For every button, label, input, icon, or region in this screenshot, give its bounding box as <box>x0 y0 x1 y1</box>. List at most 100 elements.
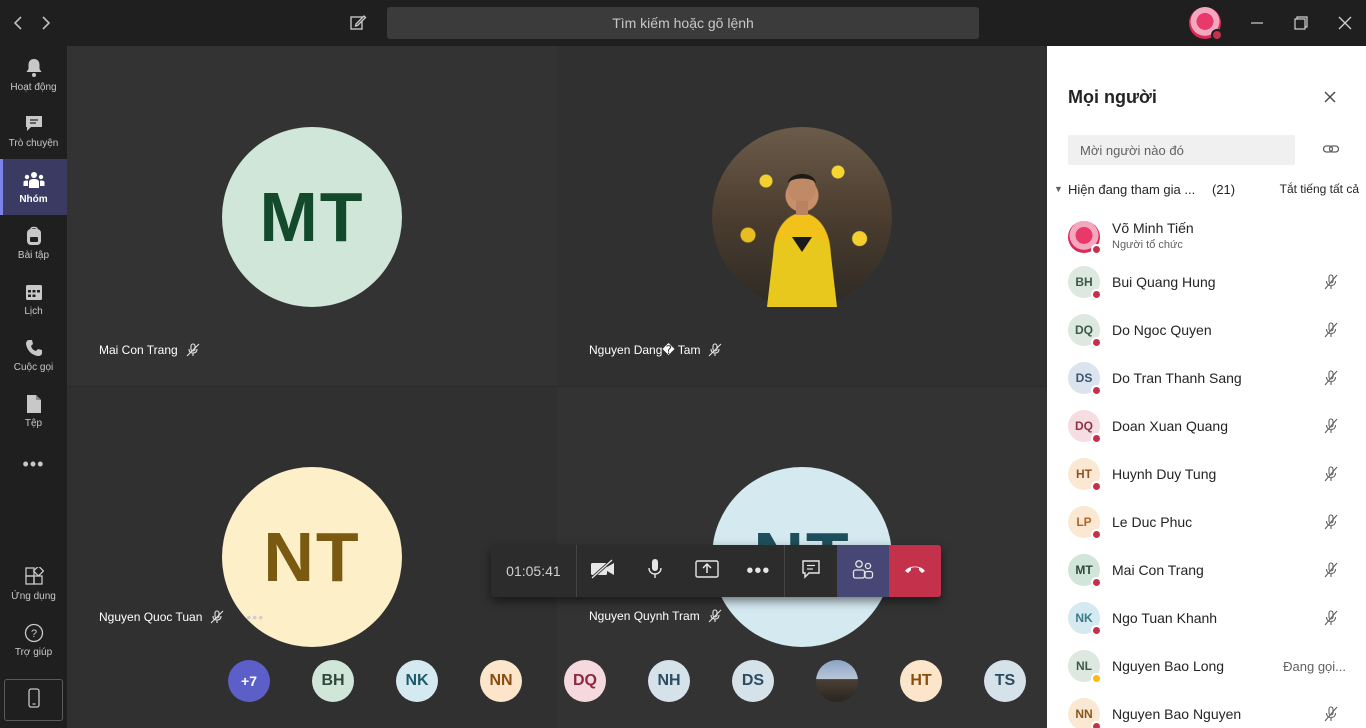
mobile-device-button[interactable] <box>4 679 63 721</box>
share-tray-icon <box>694 559 719 584</box>
chevron-left-icon[interactable] <box>8 13 28 33</box>
rail-item-activity[interactable]: Hoạt động <box>0 47 67 103</box>
participant-row[interactable]: NL Nguyen Bao Long Đang gọi... <box>1047 641 1366 689</box>
strip-avatar[interactable]: DQ <box>564 660 606 702</box>
close-icon[interactable] <box>1322 89 1338 105</box>
participant-row[interactable]: NK Ngo Tuan Khanh <box>1047 593 1366 641</box>
chevron-right-icon[interactable] <box>36 13 56 33</box>
mic-off-icon <box>1323 322 1339 338</box>
participant-name: Mai Con Trang <box>1112 562 1204 578</box>
mic-off-icon <box>1323 274 1339 290</box>
participant-row[interactable]: MT Mai Con Trang <box>1047 545 1366 593</box>
hang-up-button[interactable] <box>889 545 942 597</box>
participant-avatar: DQ <box>1068 410 1102 444</box>
chat-icon <box>801 559 821 584</box>
rail-item-help[interactable]: ? Trợ giúp <box>0 612 67 668</box>
participant-name: Nguyen Bao Long <box>1112 658 1225 674</box>
participant-name: Mai Con Trang <box>99 343 178 357</box>
participant-count: (21) <box>1212 182 1236 197</box>
profile-avatar[interactable] <box>1189 7 1223 41</box>
participant-row[interactable]: LP Le Duc Phuc <box>1047 497 1366 545</box>
invite-input[interactable] <box>1068 135 1295 165</box>
participant-avatar: NK <box>1068 602 1102 636</box>
presence-busy-icon <box>1091 577 1102 588</box>
participant-name: Le Duc Phuc <box>1112 514 1193 530</box>
presence-busy-icon <box>1091 481 1102 492</box>
strip-avatar[interactable]: DS <box>732 660 774 702</box>
in-meeting-section-header[interactable]: ▼ Hiện đang tham gia ... (21) Tắt tiếng … <box>1054 182 1359 198</box>
participant-name: Huynh Duy Tung <box>1112 466 1217 482</box>
svg-text:?: ? <box>30 628 36 640</box>
minimize-icon[interactable] <box>1246 13 1268 33</box>
tile-more-options-button[interactable]: ••• <box>246 609 264 625</box>
strip-avatar[interactable]: TS <box>984 660 1026 702</box>
help-icon: ? <box>23 622 45 644</box>
strip-avatar[interactable]: NH <box>648 660 690 702</box>
participant-role: Người tổ chức <box>1112 239 1183 251</box>
strip-avatar[interactable]: NK <box>396 660 438 702</box>
copy-link-icon[interactable] <box>1322 140 1340 158</box>
participant-avatar: MT <box>1068 554 1102 588</box>
participant-avatar: HT <box>1068 458 1102 492</box>
hang-up-icon <box>903 562 927 580</box>
more-participants-button[interactable]: +7 <box>228 660 270 702</box>
video-tile[interactable]: Nguyen Dang� Tam <box>557 46 1047 386</box>
participant-row[interactable]: DS Do Tran Thanh Sang <box>1047 353 1366 401</box>
strip-avatar[interactable]: BH <box>312 660 354 702</box>
restore-icon[interactable] <box>1290 13 1312 33</box>
call-controls-bar: 01:05:41 ••• <box>491 545 942 597</box>
participant-avatar: NL <box>1068 650 1102 684</box>
app-rail: Hoạt động Trò chuyện Nhóm Bài tập Lịch C… <box>0 46 67 728</box>
search-input[interactable]: Tìm kiếm hoặc gõ lệnh <box>387 7 979 39</box>
camera-toggle-button[interactable] <box>577 545 629 597</box>
rail-item-label: Lịch <box>24 306 43 317</box>
participants-icon <box>852 559 874 584</box>
participant-row[interactable]: Võ Minh Tiến Người tổ chức <box>1047 212 1366 260</box>
search-placeholder: Tìm kiếm hoặc gõ lệnh <box>612 15 754 31</box>
strip-photo-avatar[interactable] <box>816 660 858 702</box>
show-conversation-button[interactable] <box>785 545 837 597</box>
participant-avatar: BH <box>1068 266 1102 300</box>
participant-name-label: Nguyen Quynh Tram <box>589 609 722 623</box>
share-screen-button[interactable] <box>681 545 733 597</box>
participant-row[interactable]: DQ Doan Xuan Quang <box>1047 401 1366 449</box>
mute-all-link[interactable]: Tắt tiếng tất cả <box>1280 182 1359 196</box>
participant-name-label: Mai Con Trang <box>99 343 200 357</box>
teams-meeting-window: Tìm kiếm hoặc gõ lệnh Hoạt động Trò chuy… <box>0 0 1366 728</box>
rail-item-files[interactable]: Tệp <box>0 383 67 439</box>
participant-row[interactable]: BH Bui Quang Hung <box>1047 257 1366 305</box>
show-participants-button[interactable] <box>837 545 890 597</box>
presence-busy-icon <box>1091 337 1102 348</box>
participant-name: Nguyen Quoc Tuan <box>99 610 203 624</box>
more-apps-button[interactable]: ••• <box>0 454 67 478</box>
rail-item-teams[interactable]: Nhóm <box>0 159 67 215</box>
rail-item-calls[interactable]: Cuộc gọi <box>0 327 67 383</box>
participant-row[interactable]: DQ Do Ngoc Quyen <box>1047 305 1366 353</box>
participant-avatar: MT <box>222 127 402 307</box>
participant-row[interactable]: HT Huynh Duy Tung <box>1047 449 1366 497</box>
rail-item-label: Nhóm <box>19 194 48 205</box>
participant-row[interactable]: NN Nguyen Bao Nguyen <box>1047 689 1366 728</box>
rail-item-assignments[interactable]: Bài tập <box>0 215 67 271</box>
mobile-phone-icon <box>27 687 40 713</box>
rail-item-apps[interactable]: Ứng dụng <box>0 556 67 612</box>
close-window-icon[interactable] <box>1334 13 1356 33</box>
video-tile[interactable]: MT Mai Con Trang <box>67 46 557 386</box>
mic-off-icon <box>1323 610 1339 626</box>
presence-busy-icon <box>1091 244 1102 255</box>
panel-title: Mọi người <box>1068 87 1157 107</box>
mic-off-icon <box>1323 562 1339 578</box>
phone-icon <box>23 337 45 359</box>
rail-item-chat[interactable]: Trò chuyện <box>0 103 67 159</box>
rail-item-calendar[interactable]: Lịch <box>0 271 67 327</box>
presence-busy-icon <box>1211 29 1223 41</box>
microphone-toggle-button[interactable] <box>629 545 681 597</box>
presence-busy-icon <box>1091 529 1102 540</box>
more-actions-button[interactable]: ••• <box>732 545 784 597</box>
calendar-icon <box>23 281 45 303</box>
strip-avatar[interactable]: NN <box>480 660 522 702</box>
participant-name: Bui Quang Hung <box>1112 274 1216 290</box>
strip-avatar[interactable]: HT <box>900 660 942 702</box>
compose-icon[interactable] <box>349 13 369 33</box>
avatar-initials: DQ <box>1075 323 1093 337</box>
